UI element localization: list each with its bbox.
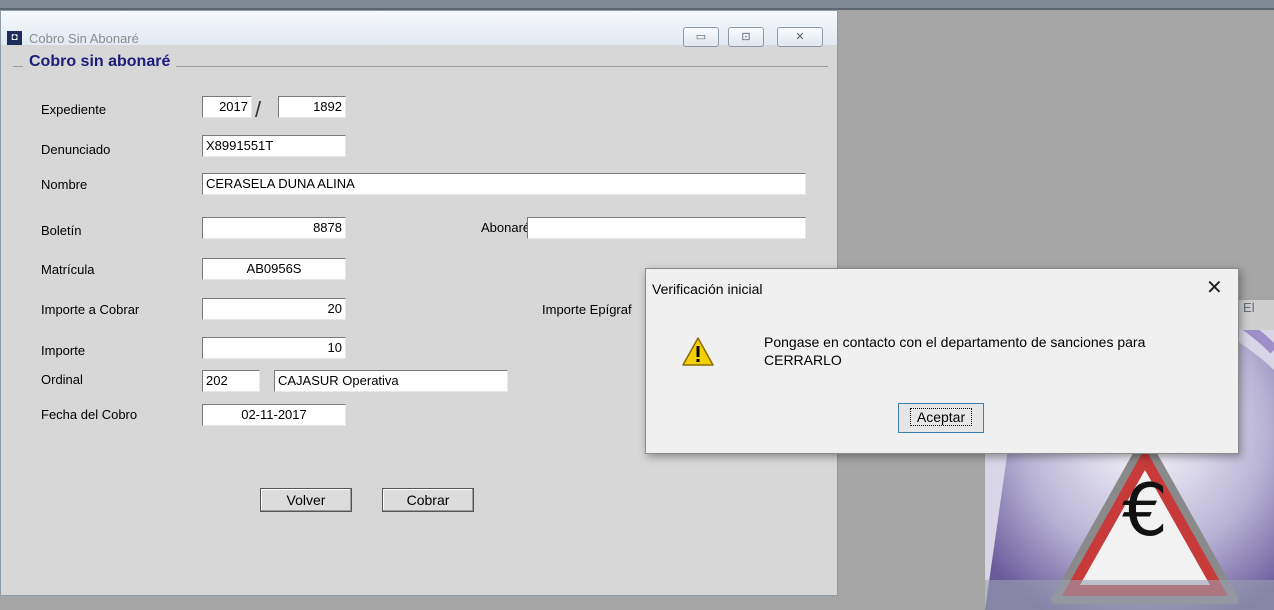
dialog-title: Verificación inicial [652, 281, 763, 297]
window-title: Cobro Sin Abonaré [29, 31, 139, 46]
app-icon: ◘ [7, 31, 22, 45]
volver-button[interactable]: Volver [260, 488, 352, 512]
maximize-button[interactable]: ⊡ [728, 27, 764, 47]
dialog-message: Pongase en contacto con el departamento … [764, 334, 1146, 368]
boletin-input[interactable]: 8878 [202, 217, 346, 239]
minimize-button[interactable]: ▭ [683, 27, 719, 47]
importe-input[interactable]: 10 [202, 337, 346, 359]
nombre-label: Nombre [41, 177, 88, 192]
ordinal-code-input[interactable]: 202 [202, 370, 260, 392]
matricula-input[interactable]: AB0956S [202, 258, 346, 280]
desktop-top-strip [0, 0, 1274, 8]
warning-icon [682, 337, 714, 367]
expediente-number-input[interactable]: 1892 [278, 96, 346, 118]
importe-cobrar-input[interactable]: 20 [202, 298, 346, 320]
denunciado-input[interactable]: X8991551T [202, 135, 346, 157]
boletin-label: Boletín [41, 223, 82, 238]
denunciado-label: Denunciado [41, 142, 111, 157]
nombre-input[interactable]: CERASELA DUNA ALINA [202, 173, 806, 195]
expediente-label: Expediente [41, 102, 107, 117]
svg-text:€: € [1122, 468, 1168, 552]
cobrar-button[interactable]: Cobrar [382, 488, 474, 512]
importe-epigrafe-label: Importe Epígraf [542, 302, 632, 317]
abonare-input[interactable] [527, 217, 806, 239]
dialog-close-button[interactable]: ✕ [1206, 275, 1223, 300]
close-button[interactable]: ✕ [777, 27, 823, 47]
ordinal-label: Ordinal [41, 372, 83, 387]
abonare-label: Abonaré [481, 220, 531, 235]
fecha-cobro-label: Fecha del Cobro [41, 407, 138, 422]
matricula-label: Matrícula [41, 262, 95, 277]
importe-label: Importe [41, 343, 86, 358]
group-title: Cobro sin abonaré [23, 53, 177, 71]
verificacion-dialog[interactable]: Verificación inicial ✕ Pongase en contac… [645, 268, 1239, 454]
fecha-cobro-input[interactable]: 02-11-2017 [202, 404, 346, 426]
expediente-year-input[interactable]: 2017 [202, 96, 252, 118]
ordinal-name-input[interactable]: CAJASUR Operativa [274, 370, 508, 392]
aceptar-button[interactable]: Aceptar [898, 403, 984, 433]
expediente-separator: / [255, 97, 262, 122]
importe-cobrar-label: Importe a Cobrar [41, 302, 140, 317]
aceptar-button-label: Aceptar [909, 408, 973, 426]
